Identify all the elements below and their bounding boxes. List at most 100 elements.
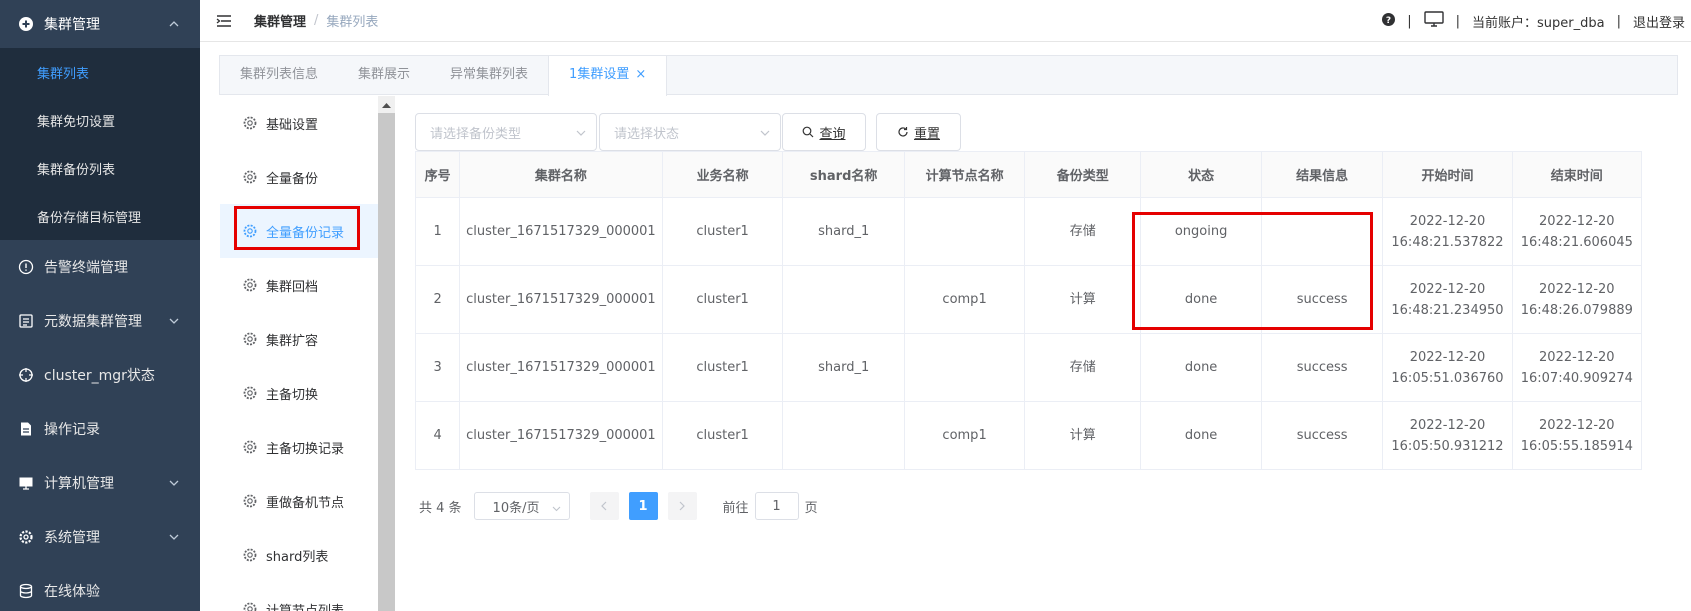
- cell-cluster-name: cluster_1671517329_000001: [459, 197, 663, 266]
- next-page-button[interactable]: [667, 492, 697, 520]
- col-header-index: 序号: [415, 151, 461, 198]
- col-header-status: 状态: [1140, 151, 1262, 198]
- sidebar-item-cluster-failover-settings[interactable]: 集群免切设置: [0, 96, 200, 144]
- cell-start-time: 2022-12-20 16:48:21.234950: [1382, 265, 1513, 334]
- status-select[interactable]: 请选择状态: [599, 113, 781, 151]
- tab-cluster-display[interactable]: 集群展示: [338, 56, 430, 94]
- cell-compute-node-name: comp1: [904, 265, 1026, 334]
- tab-cluster-list-info[interactable]: 集群列表信息: [220, 56, 338, 94]
- settings-item-cluster-rollback[interactable]: 集群回档: [220, 258, 378, 312]
- gear-icon: [242, 385, 258, 401]
- breadcrumb: 集群管理 / 集群列表: [254, 11, 378, 30]
- sidebar-group-cluster-management[interactable]: 集群管理: [0, 0, 200, 48]
- sidebar-item-cluster-list[interactable]: 集群列表: [0, 48, 200, 96]
- cell-backup-type: 存储: [1024, 197, 1142, 266]
- settings-item-switchover-record[interactable]: 主备切换记录: [220, 420, 378, 474]
- sidebar-item-cluster-mgr-status[interactable]: cluster_mgr状态: [0, 348, 200, 402]
- query-button-label: 查询: [819, 126, 846, 142]
- scrollbar[interactable]: [378, 96, 395, 611]
- prev-page-button[interactable]: [589, 492, 619, 520]
- sidebar-item-system-management[interactable]: 系统管理: [0, 510, 200, 564]
- gear-icon: [242, 331, 258, 347]
- settings-item-label: 重做备机节点: [266, 495, 345, 511]
- table-row: 1 cluster_1671517329_000001 cluster1 sha…: [415, 197, 1643, 266]
- sidebar-item-operation-log[interactable]: 操作记录: [0, 402, 200, 456]
- cell-status: done: [1140, 401, 1262, 470]
- page-size-select[interactable]: 10条/页: [473, 492, 570, 520]
- cell-backup-type: 存储: [1024, 333, 1142, 402]
- cell-business-name: cluster1: [662, 401, 784, 470]
- scroll-up-arrow-icon[interactable]: [378, 96, 395, 113]
- settings-item-full-backup[interactable]: 全量备份: [220, 150, 378, 204]
- gear-icon: [242, 277, 258, 293]
- goto-page-input[interactable]: 1: [754, 492, 799, 520]
- cell-end-time: 2022-12-20 16:05:55.185914: [1512, 401, 1643, 470]
- cell-business-name: cluster1: [662, 197, 784, 266]
- breadcrumb-item-cluster-management[interactable]: 集群管理: [254, 11, 306, 30]
- sidebar-item-backup-storage[interactable]: 备份存储目标管理: [0, 192, 200, 240]
- select-placeholder: 请选择备份类型: [430, 126, 522, 142]
- help-icon[interactable]: ?: [1382, 12, 1396, 30]
- screen-icon[interactable]: [1423, 11, 1444, 31]
- breadcrumb-separator: /: [314, 13, 319, 28]
- sidebar-item-cluster-backup-list[interactable]: 集群备份列表: [0, 144, 200, 192]
- col-header-result-info: 结果信息: [1261, 151, 1384, 198]
- settings-item-switchover[interactable]: 主备切换: [220, 366, 378, 420]
- reset-button[interactable]: 重置: [876, 113, 961, 151]
- cell-shard-name: shard_1: [782, 333, 905, 402]
- settings-item-cluster-scale[interactable]: 集群扩容: [220, 312, 378, 366]
- cell-result-info: success: [1261, 265, 1384, 334]
- tab-label: 1集群设置: [569, 67, 630, 82]
- cell-index: 3: [415, 333, 461, 402]
- cell-start-time: 2022-12-20 16:05:50.931212: [1382, 401, 1513, 470]
- goto-suffix: 页: [804, 500, 818, 516]
- sidebar-item-label: 在线体验: [44, 584, 100, 600]
- table-row: 4 cluster_1671517329_000001 cluster1 com…: [415, 401, 1643, 470]
- sidebar-item-label: 操作记录: [44, 422, 100, 438]
- cell-shard-name: [782, 265, 905, 334]
- close-icon[interactable]: ×: [635, 67, 646, 82]
- cell-index: 4: [415, 401, 461, 470]
- tab-abnormal-cluster-list[interactable]: 异常集群列表: [430, 56, 548, 94]
- sidebar-item-alarm-terminal[interactable]: 告警终端管理: [0, 240, 200, 294]
- monitor-icon: [18, 475, 34, 491]
- col-header-start-time: 开始时间: [1382, 151, 1513, 198]
- cell-shard-name: [782, 401, 905, 470]
- sidebar-item-metadata-cluster[interactable]: 元数据集群管理: [0, 294, 200, 348]
- divider: |: [1407, 13, 1412, 29]
- chevron-down-icon: [168, 477, 180, 489]
- sidebar-group-label: 集群管理: [44, 17, 100, 33]
- sidebar-submenu: 集群列表 集群免切设置 集群备份列表 备份存储目标管理: [0, 48, 200, 240]
- cell-business-name: cluster1: [662, 333, 784, 402]
- logout-link[interactable]: 退出登录: [1633, 12, 1685, 31]
- svg-text:?: ?: [1386, 16, 1391, 26]
- settings-item-basic[interactable]: 基础设置: [220, 96, 378, 150]
- info-circle-icon: [18, 259, 34, 275]
- query-button[interactable]: 查询: [782, 113, 866, 151]
- hamburger-icon[interactable]: [216, 14, 232, 28]
- settings-item-label: 主备切换: [266, 387, 319, 403]
- settings-menu: 基础设置 全量备份 全量备份记录 集群回档 集群扩容 主备切换 主备切换记录 重…: [220, 96, 378, 611]
- settings-item-shard-list[interactable]: shard列表: [220, 528, 378, 582]
- cell-index: 2: [415, 265, 461, 334]
- cell-end-time: 2022-12-20 16:48:26.079889: [1512, 265, 1643, 334]
- settings-item-label: shard列表: [266, 549, 329, 565]
- sidebar-item-computer-management[interactable]: 计算机管理: [0, 456, 200, 510]
- current-account: 当前账户：super_dba: [1472, 15, 1605, 31]
- settings-item-full-backup-record[interactable]: 全量备份记录: [220, 204, 378, 258]
- gear-icon: [242, 601, 258, 611]
- settings-item-compute-node-list[interactable]: 计算节点列表: [220, 582, 378, 611]
- cell-cluster-name: cluster_1671517329_000001: [459, 265, 663, 334]
- cell-cluster-name: cluster_1671517329_000001: [459, 401, 663, 470]
- cell-result-info: [1261, 197, 1384, 266]
- col-header-backup-type: 备份类型: [1024, 151, 1142, 198]
- settings-item-rebuild-replica[interactable]: 重做备机节点: [220, 474, 378, 528]
- sidebar-item-online-trial[interactable]: 在线体验: [0, 564, 200, 611]
- cell-start-time: 2022-12-20 16:05:51.036760: [1382, 333, 1513, 402]
- settings-item-label: 全量备份记录: [266, 225, 345, 241]
- backup-type-select[interactable]: 请选择备份类型: [415, 113, 597, 151]
- tab-cluster-settings[interactable]: 1集群设置 ×: [548, 56, 668, 96]
- cell-status: done: [1140, 333, 1262, 402]
- page-number[interactable]: 1: [628, 492, 658, 520]
- cell-backup-type: 计算: [1024, 265, 1142, 334]
